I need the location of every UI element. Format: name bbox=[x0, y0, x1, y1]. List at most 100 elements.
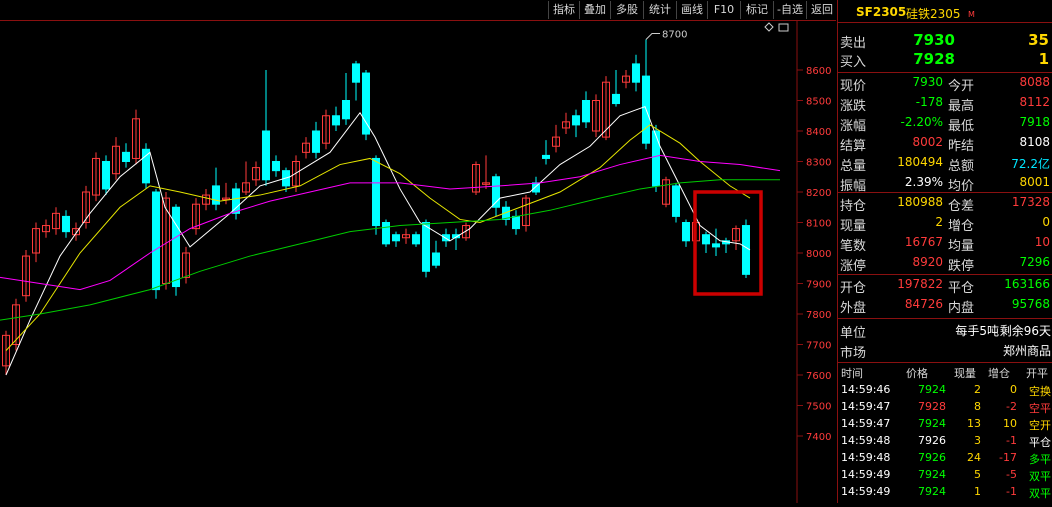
trade-row[interactable]: 14:59:47 7924 13 10 空开 bbox=[838, 417, 1052, 434]
oi-header: 增仓 bbox=[988, 367, 1010, 380]
down-candle bbox=[312, 130, 320, 153]
axis-tick-label: 7500 bbox=[806, 402, 831, 413]
rows1-row: 振幅 2.39% 均价 8001 bbox=[838, 175, 1052, 194]
market-value: 郑州商品 bbox=[1002, 344, 1051, 358]
kline-svg: 8600 8500 8400 8300 8200 8100 8000 7900 7800 7700… bbox=[0, 21, 831, 503]
draw-line-button[interactable]: 画线 bbox=[676, 1, 707, 19]
stat-value: 7930 bbox=[912, 75, 943, 89]
back-button[interactable]: 返回 bbox=[806, 1, 837, 19]
sell-qty: 35 bbox=[1028, 31, 1049, 49]
unit-value: 每手5吨 bbox=[955, 324, 999, 338]
stat-label: 持仓 bbox=[840, 199, 867, 214]
trade-row[interactable]: 14:59:48 7926 3 -1 平仓 bbox=[838, 434, 1052, 451]
stat-value: 8002 bbox=[912, 135, 943, 149]
down-candle bbox=[142, 148, 150, 184]
trade-price: 7924 bbox=[918, 485, 946, 498]
unit-label: 单位 bbox=[840, 326, 867, 341]
stat-label: 内盘 bbox=[948, 301, 975, 316]
peak-label: 8700 bbox=[662, 30, 687, 41]
multi-stock-button[interactable]: 多股 bbox=[610, 1, 643, 19]
price-header: 价格 bbox=[906, 367, 928, 380]
stat-label: 增仓 bbox=[948, 219, 975, 234]
statistics-button[interactable]: 统计 bbox=[643, 1, 676, 19]
market-label: 市场 bbox=[840, 346, 867, 361]
trade-type: 双平 bbox=[1029, 487, 1051, 500]
stat-label: 现价 bbox=[840, 79, 867, 94]
axis-tick-label: 8600 bbox=[806, 66, 831, 77]
trade-row[interactable]: 14:59:46 7924 2 0 空换 bbox=[838, 383, 1052, 400]
trade-time: 14:59:48 bbox=[841, 434, 891, 447]
qty-header: 现量 bbox=[954, 367, 976, 380]
candles-group bbox=[2, 39, 750, 375]
rows3-row: 外盘 84726 内盘 95768 bbox=[838, 297, 1052, 316]
f10-button[interactable]: F10 bbox=[707, 1, 740, 19]
trade-oi: -17 bbox=[999, 451, 1017, 464]
time-header: 时间 bbox=[841, 367, 863, 380]
trade-price: 7928 bbox=[918, 400, 946, 413]
stat-label: 涨幅 bbox=[840, 119, 867, 134]
stat-value: 197822 bbox=[897, 277, 943, 291]
trade-time: 14:59:47 bbox=[841, 417, 891, 430]
trade-time: 14:59:49 bbox=[841, 485, 891, 498]
stat-value: 2.39% bbox=[904, 175, 943, 189]
stat-label: 总量 bbox=[840, 159, 867, 174]
watchlist-button[interactable]: -自选 bbox=[773, 1, 806, 19]
down-candle bbox=[652, 130, 660, 187]
trade-qty: 2 bbox=[974, 383, 981, 396]
down-candle bbox=[382, 222, 390, 245]
trade-type: 双平 bbox=[1029, 470, 1051, 483]
trade-row[interactable]: 14:59:49 7924 5 -5 双平 bbox=[838, 468, 1052, 485]
candlestick-chart[interactable]: 8600 8500 8400 8300 8200 8100 8000 7900 7800 7700… bbox=[0, 21, 836, 503]
rows1-row: 涨跌 -178 最高 8112 bbox=[838, 95, 1052, 114]
stat-label: 结算 bbox=[840, 139, 867, 154]
indicator-button[interactable]: 指标 bbox=[548, 1, 579, 19]
down-candle bbox=[512, 215, 520, 230]
down-candle bbox=[362, 72, 370, 135]
down-candle bbox=[342, 100, 350, 120]
down-candle bbox=[582, 100, 590, 123]
rows2-row: 笔数 16767 均量 10 bbox=[838, 235, 1052, 254]
trade-row[interactable]: 14:59:48 7926 24 -17 多平 bbox=[838, 451, 1052, 468]
stat-value: 180494 bbox=[897, 155, 943, 169]
mark-button[interactable]: 标记 bbox=[740, 1, 773, 19]
trade-oi: -1 bbox=[1006, 434, 1017, 447]
stat-label: 今开 bbox=[948, 79, 975, 94]
rows2-row: 涨停 8920 跌停 7296 bbox=[838, 255, 1052, 274]
trade-type: 空换 bbox=[1029, 385, 1051, 398]
window-icon bbox=[778, 23, 789, 32]
trade-type: 空平 bbox=[1029, 402, 1051, 415]
stat-value: 84726 bbox=[904, 297, 943, 311]
stat-value: 0 bbox=[1042, 215, 1050, 229]
stat-label: 均量 bbox=[948, 239, 975, 254]
axis-tick-label: 7700 bbox=[806, 341, 831, 352]
trade-price: 7926 bbox=[918, 451, 946, 464]
trade-row[interactable]: 14:59:47 7928 8 -2 空平 bbox=[838, 400, 1052, 417]
trade-qty: 24 bbox=[967, 451, 981, 464]
axis-tick-label: 8300 bbox=[806, 158, 831, 169]
stat-value: 72.2亿 bbox=[1011, 157, 1050, 171]
rows3-row: 开仓 197822 平仓 163166 bbox=[838, 277, 1052, 296]
trade-row[interactable]: 14:59:49 7924 1 -1 双平 bbox=[838, 485, 1052, 502]
down-candle bbox=[682, 222, 690, 242]
buy-row: 买入 7928 1 bbox=[838, 50, 1052, 70]
down-candle bbox=[612, 93, 620, 105]
stat-label: 笔数 bbox=[840, 239, 867, 254]
rows1-row: 现价 7930 今开 8088 bbox=[838, 75, 1052, 94]
axis-tick-label: 8100 bbox=[806, 219, 831, 230]
trade-price: 7926 bbox=[918, 434, 946, 447]
sell-row: 卖出 7930 35 bbox=[838, 31, 1052, 51]
trade-time: 14:59:49 bbox=[841, 468, 891, 481]
chart-toolbar: 指标 叠加 多股 统计 画线 F10 标记 -自选 返回 bbox=[0, 0, 836, 21]
down-candle bbox=[632, 63, 640, 83]
trade-type: 平仓 bbox=[1029, 436, 1051, 449]
divider bbox=[838, 192, 1052, 193]
axis-tick-label: 7900 bbox=[806, 280, 831, 291]
axis-tick-label: 8000 bbox=[806, 249, 831, 260]
stat-label: 现量 bbox=[840, 219, 867, 234]
overlay-button[interactable]: 叠加 bbox=[579, 1, 610, 19]
rows1-row: 结算 8002 昨结 8108 bbox=[838, 135, 1052, 154]
price-axis: 8600 8500 8400 8300 8200 8100 8000 7900 7800 7700… bbox=[796, 21, 831, 503]
stat-value: 7918 bbox=[1019, 115, 1050, 129]
stat-label: 总额 bbox=[948, 159, 975, 174]
buy-qty: 1 bbox=[1038, 50, 1049, 68]
